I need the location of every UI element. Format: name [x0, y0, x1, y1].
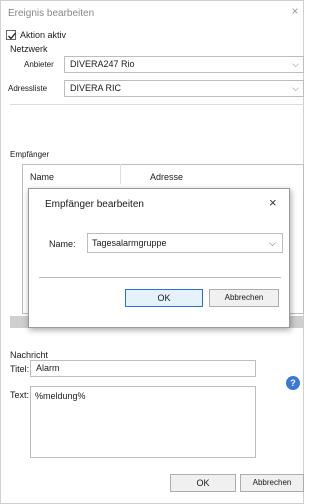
- dialog-name-select[interactable]: Tagesalarmgruppe ⌵: [87, 233, 283, 253]
- column-header-name[interactable]: Name: [30, 172, 54, 182]
- action-active-label: Aktion aktiv: [20, 30, 67, 40]
- cancel-button[interactable]: Abbrechen: [240, 474, 304, 492]
- message-text-value: %meldung%: [35, 391, 86, 401]
- message-text-area[interactable]: %meldung%: [30, 386, 256, 458]
- column-divider: [120, 164, 121, 184]
- message-text-label: Text:: [10, 390, 30, 400]
- recipients-heading: Empfänger: [10, 150, 50, 159]
- message-title-label: Titel:: [10, 364, 30, 374]
- address-list-label: Adressliste: [8, 84, 48, 93]
- chevron-down-icon: ⌵: [292, 83, 299, 93]
- provider-select[interactable]: DIVERA247 Rio ⌵: [64, 56, 304, 73]
- checkmark-icon: [8, 32, 17, 40]
- address-list-value: DIVERA RIC: [70, 83, 122, 93]
- help-icon[interactable]: ?: [286, 376, 300, 390]
- dialog-cancel-button[interactable]: Abbrechen: [209, 289, 279, 307]
- close-window-button[interactable]: ×: [288, 4, 302, 18]
- message-title-input[interactable]: Alarm: [30, 360, 256, 377]
- chevron-down-icon: ⌵: [292, 59, 299, 69]
- dialog-divider: [39, 277, 281, 278]
- edit-recipient-dialog: Empfänger bearbeiten × Name: Tagesalarmg…: [28, 188, 290, 328]
- dialog-name-label: Name:: [49, 239, 76, 249]
- message-title-value: Alarm: [36, 363, 60, 373]
- dialog-title: Empfänger bearbeiten: [45, 199, 144, 210]
- ok-button[interactable]: OK: [170, 474, 236, 492]
- window-title: Ereignis bearbeiten: [8, 8, 95, 19]
- dialog-ok-button[interactable]: OK: [125, 289, 203, 307]
- action-active-checkbox[interactable]: [6, 30, 17, 40]
- dialog-name-value: Tagesalarmgruppe: [92, 238, 167, 248]
- chevron-down-icon: ⌵: [269, 238, 276, 248]
- network-heading: Netzwerk: [10, 44, 48, 54]
- provider-value: DIVERA247 Rio: [70, 59, 135, 69]
- dialog-close-button[interactable]: ×: [269, 195, 277, 210]
- divider: [10, 104, 304, 105]
- provider-label: Anbieter: [24, 60, 54, 69]
- address-list-select[interactable]: DIVERA RIC ⌵: [64, 80, 304, 97]
- column-header-address[interactable]: Adresse: [150, 172, 183, 182]
- message-heading: Nachricht: [10, 350, 49, 360]
